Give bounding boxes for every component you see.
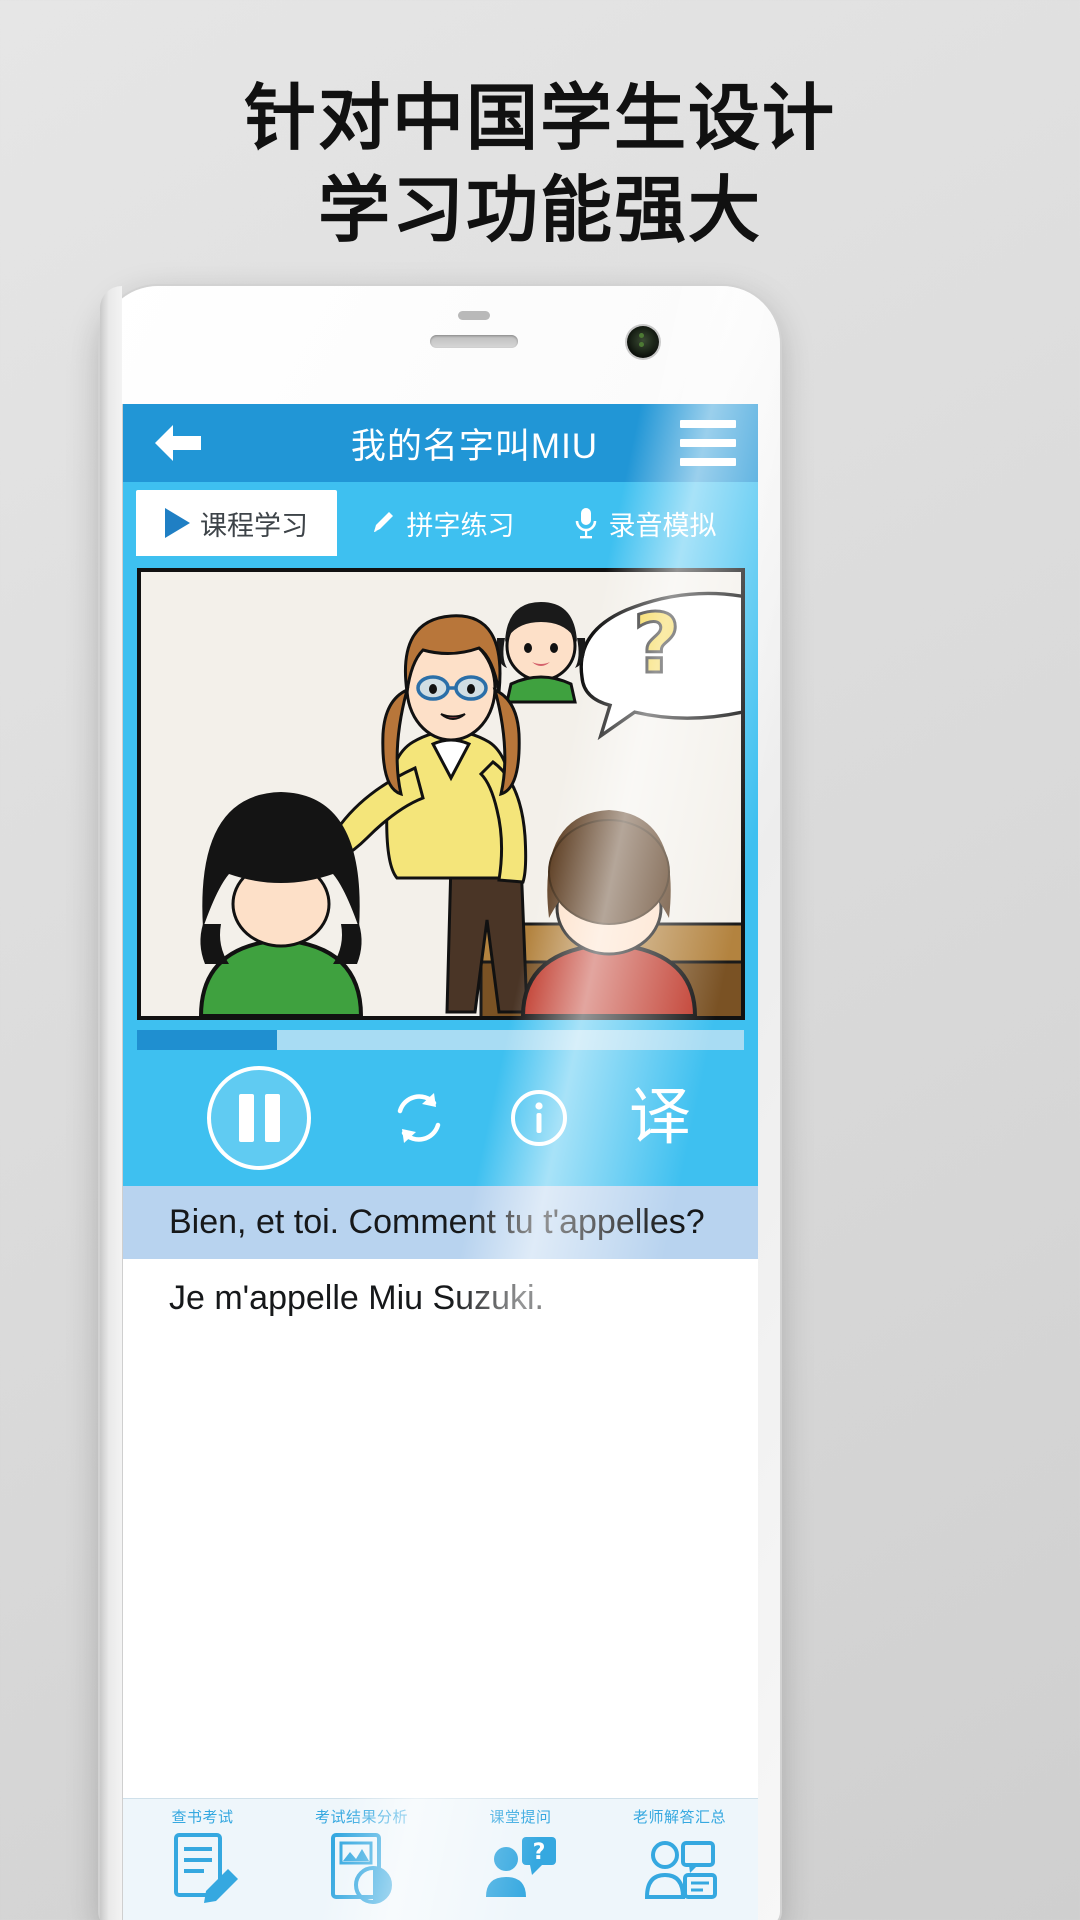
progress-fill (137, 1030, 277, 1050)
repeat-icon (397, 1093, 441, 1143)
pause-button[interactable] (207, 1066, 311, 1170)
subtitle-primary[interactable]: Bien, et toi. Comment tu t'appelles? (123, 1186, 758, 1259)
svg-text:?: ? (532, 1840, 545, 1865)
toolbar-label: 课堂提问 (489, 1808, 552, 1826)
toolbar-item-exam[interactable]: 查书考试 (123, 1799, 282, 1920)
tab-label: 录音模拟 (608, 510, 717, 541)
tab-bar: 课程学习 拼字练习 录音模拟 (123, 482, 758, 556)
app-screen: 我的名字叫MIU 课程学习 拼字练习 录音模拟 ? 译 Bien, et toi… (122, 404, 758, 1920)
exam-paper-icon (173, 1833, 238, 1903)
tab-spelling-practice[interactable]: 拼字练习 (340, 490, 541, 556)
phone-earpiece-speaker (430, 335, 518, 348)
phone-top-notch (458, 311, 490, 320)
back-button[interactable] (123, 404, 231, 482)
svg-text:?: ? (633, 597, 681, 692)
translate-icon: 译 (628, 1083, 691, 1152)
info-circle-icon (511, 1090, 568, 1146)
progress-track[interactable] (137, 1030, 744, 1050)
pencil-icon (367, 508, 397, 538)
translate-button[interactable]: 译 (600, 1087, 720, 1149)
tab-label: 拼字练习 (406, 510, 515, 541)
pause-icon (238, 1094, 254, 1142)
teacher-answer-icon (644, 1841, 717, 1899)
lesson-illustration-area: ? (123, 556, 758, 1020)
comic-panel[interactable]: ? (137, 568, 745, 1020)
page-title-text: 我的名字叫MIU (350, 426, 599, 466)
repeat-button[interactable] (359, 1087, 479, 1149)
play-triangle-icon (165, 508, 190, 538)
player-controls: 译 (123, 1050, 758, 1186)
phone-front-camera (627, 326, 659, 358)
headline-line-1: 针对中国学生设计 (243, 76, 836, 160)
toolbar-item-result-analysis[interactable]: 考试结果分析 (282, 1799, 441, 1920)
bottom-toolbar: 查书考试 考试结果分析 课堂提问 ? 老师解答汇总 (123, 1798, 758, 1920)
phone-side-edge (100, 286, 122, 1920)
app-navbar: 我的名字叫MIU (123, 404, 758, 482)
subtitle-spacer (123, 1318, 758, 1488)
toolbar-item-classroom-question[interactable]: 课堂提问 ? (441, 1799, 600, 1920)
phone-mockup: 我的名字叫MIU 课程学习 拼字练习 录音模拟 ? 译 Bien, et toi… (100, 286, 780, 1920)
result-chart-icon (330, 1833, 392, 1904)
arrow-left-icon (155, 425, 201, 461)
tab-recording-simulation[interactable]: 录音模拟 (544, 490, 745, 556)
toolbar-item-teacher-answers[interactable]: 老师解答汇总 (600, 1799, 758, 1920)
classroom-scene-illustration: ? (141, 572, 741, 1016)
toolbar-label: 老师解答汇总 (632, 1808, 726, 1826)
hamburger-menu-icon[interactable] (680, 420, 736, 466)
info-button[interactable] (479, 1087, 599, 1149)
question-person-icon: ? (485, 1837, 556, 1897)
page-title: 针对中国学生设计 学习功能强大 (0, 72, 1080, 256)
microphone-icon (573, 506, 599, 540)
tab-label: 课程学习 (200, 510, 308, 541)
playback-progress[interactable] (123, 1020, 758, 1050)
tab-course-study[interactable]: 课程学习 (136, 490, 337, 556)
toolbar-label: 查书考试 (171, 1808, 234, 1826)
toolbar-label: 考试结果分析 (314, 1808, 408, 1826)
subtitle-secondary[interactable]: Je m'appelle Miu Suzuki. (123, 1259, 758, 1318)
headline-line-2: 学习功能强大 (317, 168, 762, 253)
